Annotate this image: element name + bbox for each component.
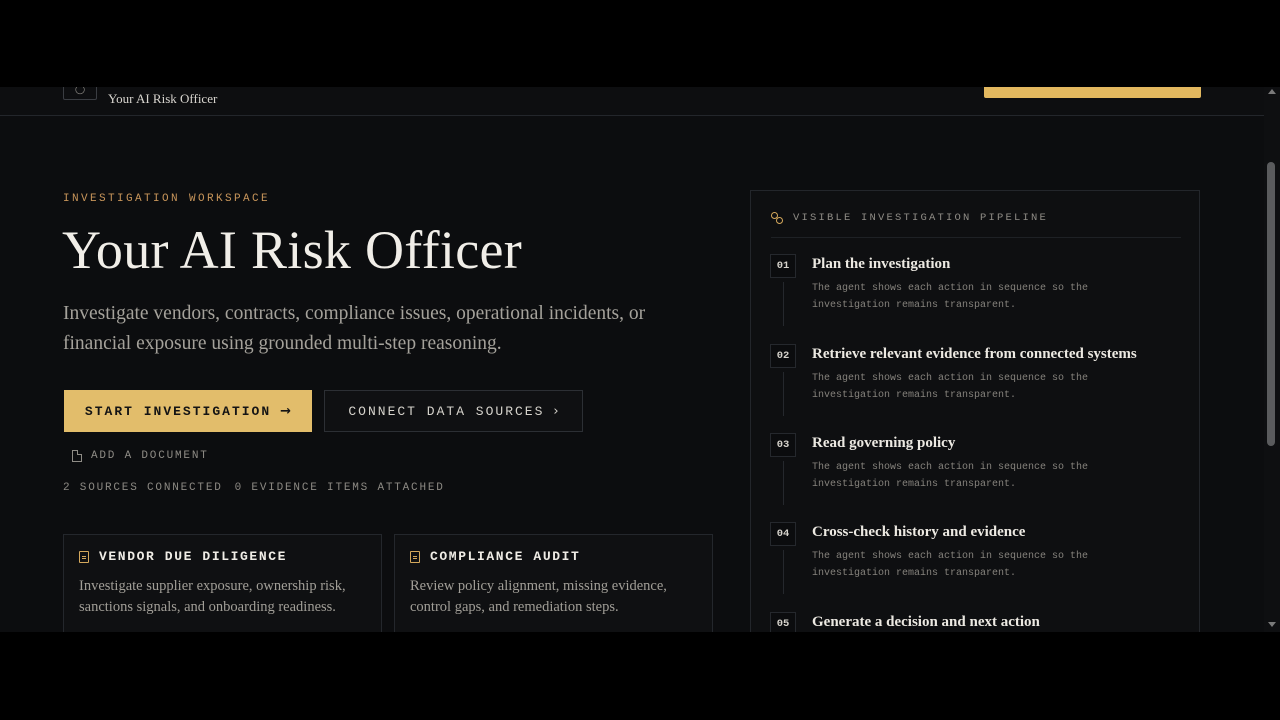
chevron-right-icon: ›	[553, 403, 559, 419]
document-icon	[79, 550, 89, 563]
start-investigation-label: START INVESTIGATION	[84, 403, 272, 419]
step-title: Read governing policy	[812, 435, 956, 451]
step-description: The agent shows each action in sequence …	[812, 551, 1089, 579]
vertical-scrollbar[interactable]	[1264, 87, 1280, 632]
step-connector	[783, 550, 784, 594]
step-title: Plan the investigation	[812, 256, 951, 272]
pipeline-heading-label: VISIBLE INVESTIGATION PIPELINE	[793, 212, 1049, 224]
shield-icon[interactable]: ◯	[63, 87, 97, 100]
card-description: Review policy alignment, missing evidenc…	[410, 578, 667, 615]
step-number: 05	[770, 612, 796, 632]
connection-status: 2 SOURCES CONNECTED 0 EVIDENCE ITEMS ATT…	[63, 482, 445, 494]
pipeline-panel: VISIBLE INVESTIGATION PIPELINE 01 Plan t…	[750, 190, 1200, 632]
step-number: 02	[770, 344, 796, 368]
step-connector	[783, 461, 784, 505]
sources-connected: 2 SOURCES CONNECTED	[63, 482, 223, 494]
nav-cta-button[interactable]	[984, 87, 1201, 98]
step-number: 01	[770, 254, 796, 278]
start-investigation-button[interactable]: START INVESTIGATION →	[64, 390, 312, 432]
top-nav: ◯ Your AI Risk Officer	[0, 87, 1264, 116]
add-document-label: ADD A DOCUMENT	[91, 450, 209, 462]
step-number: 04	[770, 522, 796, 546]
hero-description: Investigate vendors, contracts, complian…	[63, 303, 646, 354]
compliance-audit-card[interactable]: COMPLIANCE AUDIT Review policy alignment…	[394, 534, 713, 632]
step-connector	[783, 282, 784, 326]
evidence-attached: 0 EVIDENCE ITEMS ATTACHED	[234, 482, 445, 494]
brand-name[interactable]: Your AI Risk Officer	[108, 91, 217, 107]
step-title: Retrieve relevant evidence from connecte…	[812, 346, 1137, 362]
step-number: 03	[770, 433, 796, 457]
step-connector	[783, 372, 784, 416]
connect-data-sources-label: CONNECT DATA SOURCES	[348, 403, 545, 419]
eyebrow-label: INVESTIGATION WORKSPACE	[63, 193, 271, 205]
card-title: COMPLIANCE AUDIT	[430, 549, 581, 564]
document-icon	[410, 550, 420, 563]
step-title: Generate a decision and next action	[812, 614, 1040, 630]
scroll-up-icon[interactable]	[1268, 89, 1276, 94]
divider	[771, 237, 1181, 238]
pipeline-heading: VISIBLE INVESTIGATION PIPELINE	[771, 212, 1048, 224]
arrow-right-icon: →	[280, 403, 292, 419]
card-title: VENDOR DUE DILIGENCE	[99, 549, 288, 564]
app-viewport: ◯ Your AI Risk Officer INVESTIGATION WOR…	[0, 87, 1280, 632]
scroll-thumb[interactable]	[1267, 162, 1275, 446]
step-title: Cross-check history and evidence	[812, 524, 1026, 540]
connect-data-sources-button[interactable]: CONNECT DATA SOURCES ›	[324, 390, 583, 432]
link-icon	[771, 212, 785, 224]
vendor-due-diligence-card[interactable]: VENDOR DUE DILIGENCE Investigate supplie…	[63, 534, 382, 632]
page-title: Your AI Risk Officer	[62, 220, 523, 280]
card-description: Investigate supplier exposure, ownership…	[79, 578, 346, 615]
document-icon	[72, 450, 82, 462]
step-description: The agent shows each action in sequence …	[812, 373, 1089, 401]
step-description: The agent shows each action in sequence …	[812, 462, 1089, 490]
scroll-down-icon[interactable]	[1268, 622, 1276, 627]
add-document-link[interactable]: ADD A DOCUMENT	[72, 450, 209, 462]
step-description: The agent shows each action in sequence …	[812, 283, 1089, 311]
